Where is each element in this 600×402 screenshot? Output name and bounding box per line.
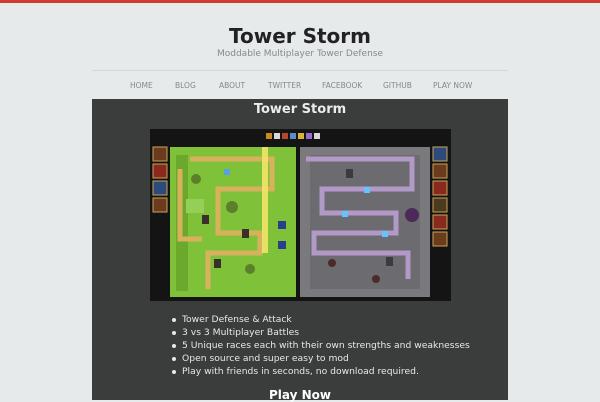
nav-item-twitter[interactable]: TWITTER (268, 81, 301, 90)
game-screenshot[interactable] (150, 129, 451, 301)
nav-item-play-now[interactable]: PLAY NOW (433, 81, 472, 90)
list-item: Open source and super easy to mod (170, 352, 470, 365)
list-item: Tower Defense & Attack (170, 313, 470, 326)
list-item: Play with friends in seconds, no downloa… (170, 365, 470, 378)
main-navigation: HOME BLOG ABOUT TWITTER FACEBOOK GITHUB … (92, 70, 508, 101)
site-title[interactable]: Tower Storm (0, 24, 600, 48)
nav-item-blog[interactable]: BLOG (175, 81, 196, 90)
content-panel: Tower Storm Tower Defense & Attack 3 vs … (92, 99, 508, 402)
list-item: 3 vs 3 Multiplayer Battles (170, 326, 470, 339)
nav-item-github[interactable]: GITHUB (383, 81, 412, 90)
feature-list: Tower Defense & Attack 3 vs 3 Multiplaye… (170, 313, 470, 378)
panel-heading: Tower Storm (253, 102, 347, 117)
nav-item-facebook[interactable]: FACEBOOK (322, 81, 362, 90)
site-tagline: Moddable Multiplayer Tower Defense (216, 49, 383, 59)
top-accent-bar (0, 0, 600, 3)
nav-item-home[interactable]: HOME (130, 81, 153, 90)
list-item: 5 Unique races each with their own stren… (170, 339, 470, 352)
nav-item-about[interactable]: ABOUT (219, 81, 245, 90)
